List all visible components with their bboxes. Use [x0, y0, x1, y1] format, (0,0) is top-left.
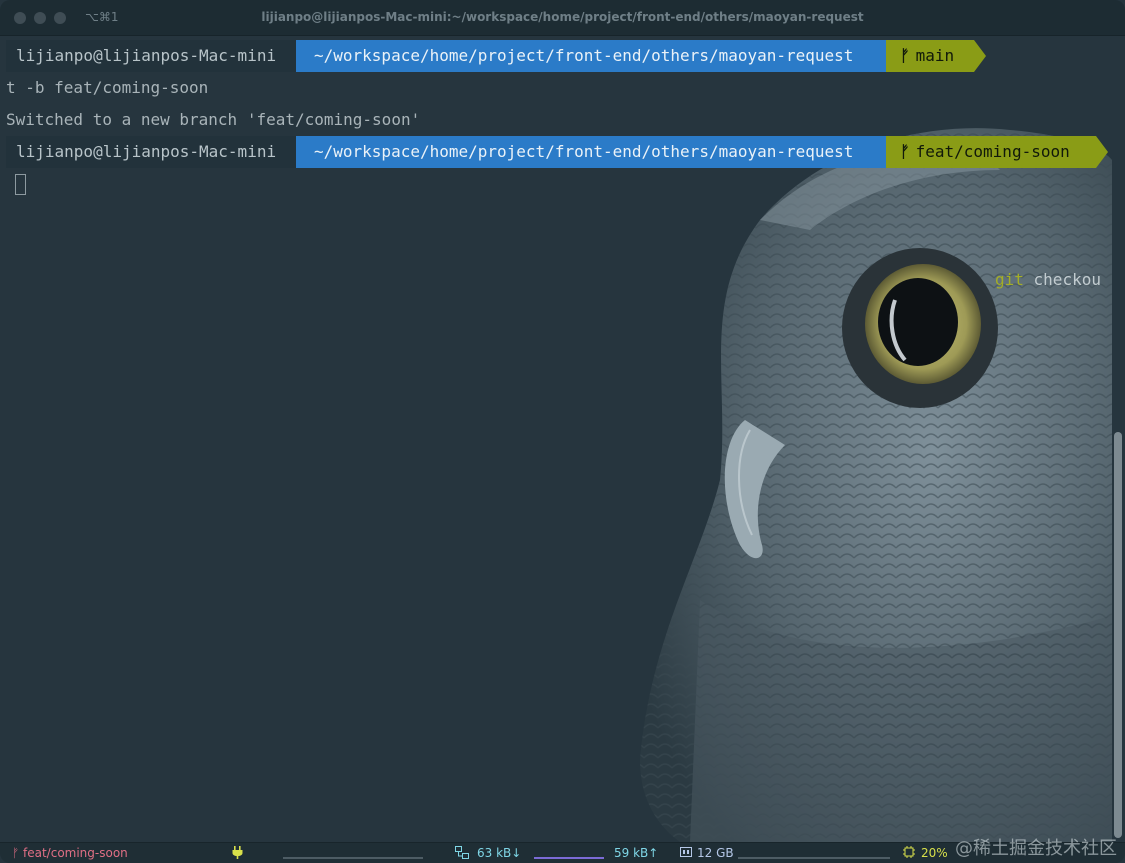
- watermark-text: @稀土掘金技术社区: [955, 838, 1117, 859]
- memory-graph: [738, 857, 890, 859]
- command-wrap-line: t -b feat/coming-soon: [6, 78, 209, 97]
- memory-icon: [680, 846, 692, 861]
- cpu-usage: 20%: [921, 846, 948, 860]
- network-download-rate: 63 kB↓: [477, 846, 522, 860]
- prompt-user-segment: lijianpo@lijianpos-Mac-mini: [6, 136, 296, 168]
- command-args: checkou: [1023, 270, 1101, 289]
- window-title: lijianpo@lijianpos-Mac-mini:~/workspace/…: [261, 10, 864, 24]
- prompt-branch-segment: ᚠ feat/coming-soon: [886, 136, 1096, 168]
- prompt-directory-segment: ~/workspace/home/project/front-end/other…: [296, 40, 886, 72]
- command-text: git checkou: [995, 264, 1101, 296]
- segment-separator: [974, 40, 986, 72]
- cpu-icon: [903, 846, 915, 861]
- command-git: git: [995, 270, 1024, 289]
- network-upload-rate: 59 kB↑: [614, 846, 659, 860]
- title-bar: ⌥⌘1 lijianpo@lijianpos-Mac-mini:~/worksp…: [0, 0, 1125, 36]
- branch-name: feat/coming-soon: [915, 142, 1070, 161]
- network-icon: [455, 846, 469, 862]
- prompt-user-segment: lijianpo@lijianpos-Mac-mini: [6, 40, 296, 72]
- plug-icon: [232, 846, 243, 862]
- prompt-branch-segment: ᚠ main: [886, 40, 974, 72]
- network-graph: [534, 857, 604, 859]
- power-usage-graph: [283, 857, 423, 859]
- text-cursor: [15, 174, 26, 195]
- memory-usage: 12 GB: [697, 846, 734, 860]
- terminal-window: ⌥⌘1 lijianpo@lijianpos-Mac-mini:~/worksp…: [0, 0, 1125, 863]
- terminal-content[interactable]: lijianpo@lijianpos-Mac-mini ~/workspace/…: [0, 40, 1112, 840]
- output-line: Switched to a new branch 'feat/coming-so…: [6, 110, 421, 129]
- prompt-line-1: lijianpo@lijianpos-Mac-mini ~/workspace/…: [0, 40, 1112, 289]
- git-branch-icon: ᚠ: [900, 46, 910, 65]
- prompt-line-2: lijianpo@lijianpos-Mac-mini ~/workspace/…: [0, 136, 1112, 168]
- branch-name: main: [915, 46, 955, 65]
- scrollbar-thumb[interactable]: [1114, 432, 1122, 838]
- status-git-branch[interactable]: ᚠ feat/coming-soon: [12, 846, 128, 860]
- git-branch-icon: ᚠ: [900, 142, 910, 161]
- segment-separator: [1096, 136, 1108, 168]
- prompt-directory-segment: ~/workspace/home/project/front-end/other…: [296, 136, 886, 168]
